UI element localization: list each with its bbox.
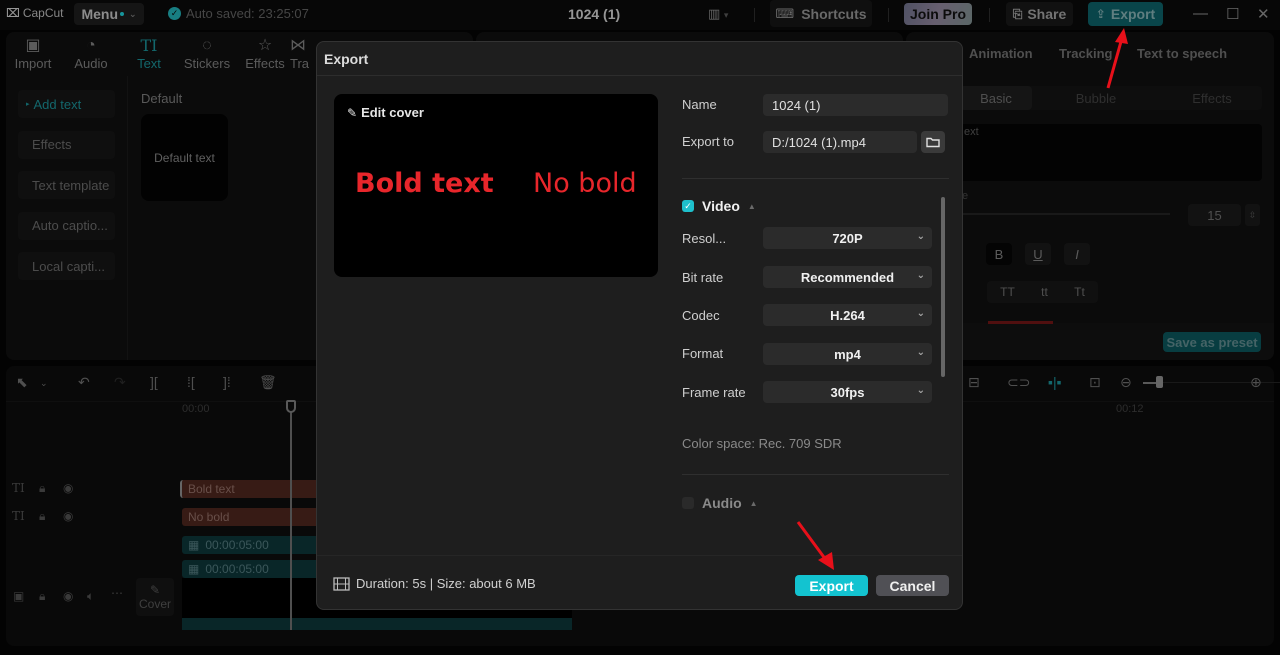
export-path-value: D:/1024 (1).mp4 — [772, 134, 866, 150]
name-input[interactable]: 1024 (1) — [763, 94, 948, 116]
dialog-title: Export — [324, 50, 369, 67]
browse-folder-button[interactable] — [921, 131, 945, 153]
name-label: Name — [682, 97, 717, 112]
dialog-footer: Duration: 5s | Size: about 6 MB Export C… — [317, 555, 962, 609]
bitrate-value: Recommended — [800, 269, 895, 285]
codec-value: H.264 — [830, 307, 865, 323]
export-path-input[interactable]: D:/1024 (1).mp4 — [763, 131, 917, 153]
edit-icon: ✎ — [347, 105, 358, 120]
framerate-value: 30fps — [830, 384, 865, 400]
audio-section-toggle[interactable]: Audio ▲ — [682, 495, 758, 511]
cover-text-regular: No bold — [533, 168, 637, 199]
capcut-app: ⌧ CapCut Menu ⌄ ✓ Auto saved: 23:25:07 1… — [0, 0, 1280, 655]
film-icon — [333, 576, 350, 591]
duration-info: Duration: 5s | Size: about 6 MB — [333, 576, 536, 591]
name-value: 1024 (1) — [772, 97, 821, 113]
export-button[interactable]: Export — [795, 575, 868, 596]
resolution-select[interactable]: 720P ⌄ — [763, 227, 932, 249]
codec-label: Codec — [682, 308, 720, 323]
export-dialog: Export ✎ Edit cover Bold text No bold Na… — [316, 41, 963, 610]
caret-up-icon: ▲ — [747, 201, 756, 211]
codec-select[interactable]: H.264 ⌄ — [763, 304, 932, 326]
framerate-select[interactable]: 30fps ⌄ — [763, 381, 932, 403]
video-section-toggle[interactable]: ✓ Video ▲ — [682, 198, 756, 214]
settings-scrollbar[interactable] — [941, 197, 945, 377]
duration-text: Duration: 5s | Size: about 6 MB — [356, 576, 536, 591]
audio-section-label: Audio — [702, 495, 742, 511]
edit-cover-button[interactable]: ✎ Edit cover — [347, 105, 424, 120]
dialog-header: Export — [317, 42, 962, 76]
chevron-down-icon: ⌄ — [916, 347, 925, 358]
caret-up-icon: ▲ — [749, 498, 758, 508]
bitrate-select[interactable]: Recommended ⌄ — [763, 266, 932, 288]
format-value: mp4 — [834, 346, 861, 362]
chevron-down-icon: ⌄ — [916, 270, 925, 281]
audio-checkbox[interactable] — [682, 497, 694, 509]
cover-text-bold: Bold text — [355, 168, 494, 199]
export-to-label: Export to — [682, 134, 735, 149]
edit-cover-label: Edit cover — [361, 105, 424, 120]
framerate-label: Frame rate — [682, 385, 746, 400]
resolution-value: 720P — [832, 230, 863, 246]
chevron-down-icon: ⌄ — [916, 385, 925, 396]
chevron-down-icon: ⌄ — [916, 231, 925, 242]
cancel-button-label: Cancel — [889, 577, 936, 594]
cover-preview[interactable]: ✎ Edit cover Bold text No bold — [334, 94, 658, 277]
color-space-text: Color space: Rec. 709 SDR — [682, 436, 842, 451]
chevron-down-icon: ⌄ — [916, 308, 925, 319]
cancel-button[interactable]: Cancel — [876, 575, 949, 596]
video-section-label: Video — [702, 198, 740, 214]
format-label: Format — [682, 346, 724, 361]
folder-icon — [926, 137, 940, 148]
bitrate-label: Bit rate — [682, 270, 724, 285]
divider — [682, 178, 949, 179]
export-button-label: Export — [809, 577, 854, 594]
resolution-label: Resol... — [682, 231, 727, 246]
divider — [682, 474, 949, 475]
video-checkbox[interactable]: ✓ — [682, 200, 694, 212]
format-select[interactable]: mp4 ⌄ — [763, 343, 932, 365]
